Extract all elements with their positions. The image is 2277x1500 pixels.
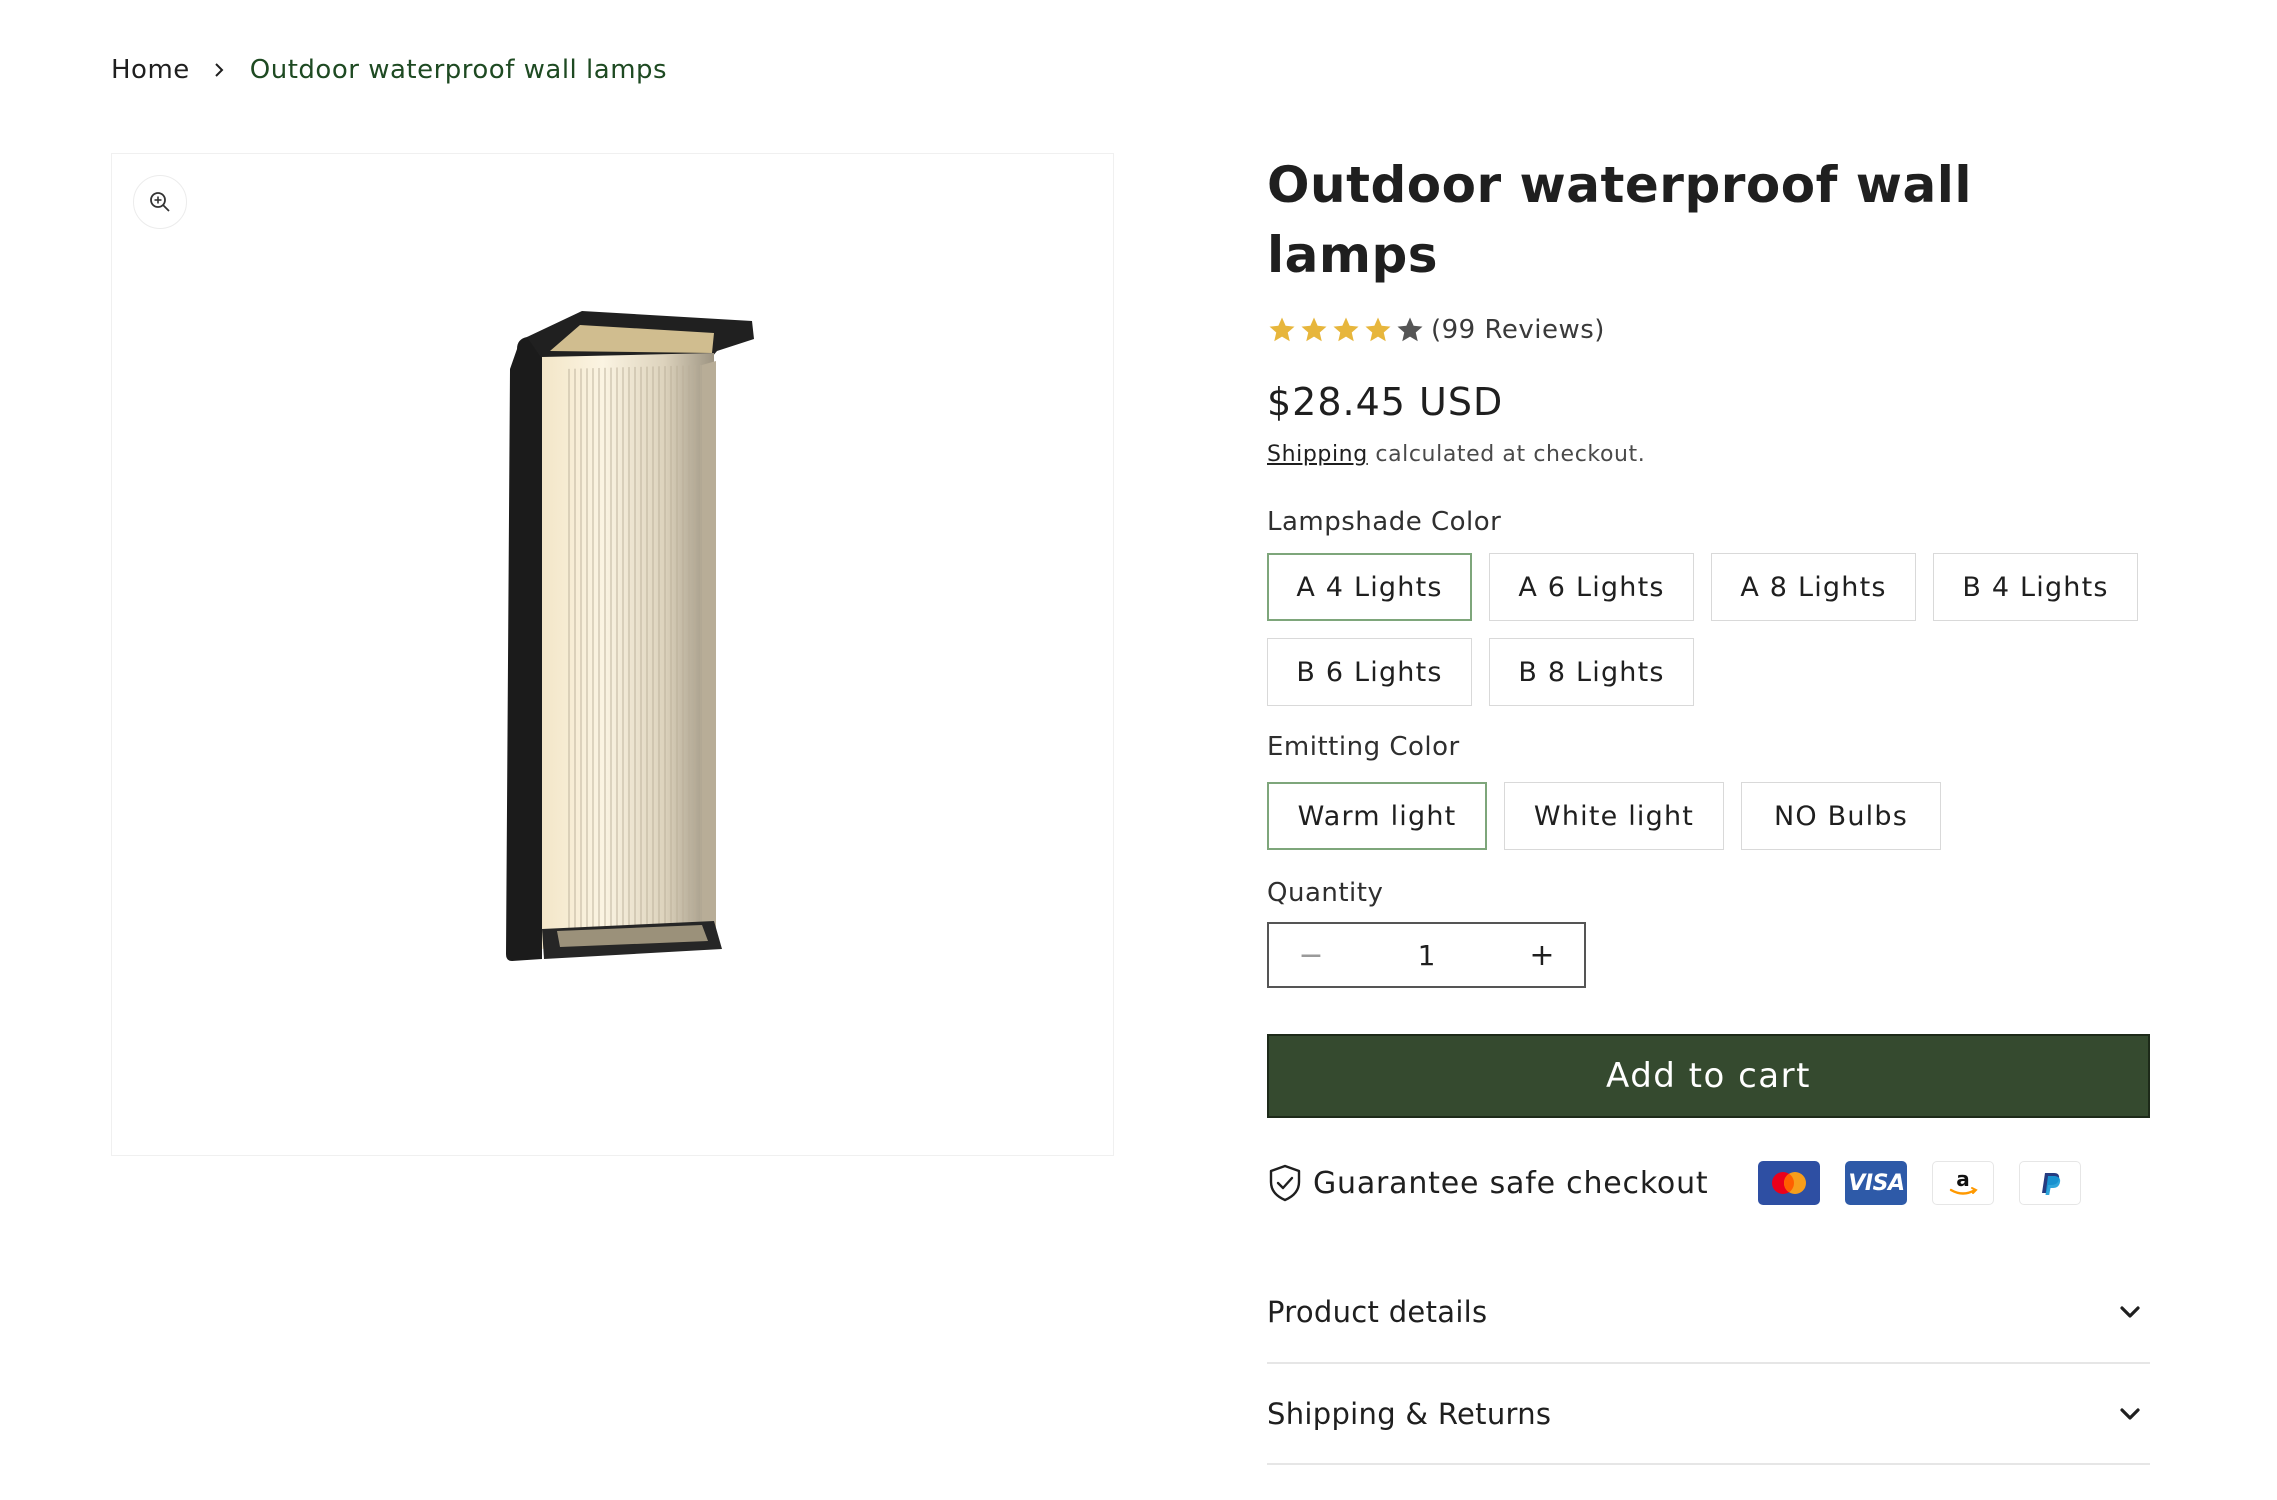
quantity-increase-button[interactable]: + bbox=[1500, 924, 1584, 986]
option-b-6-lights[interactable]: B 6 Lights bbox=[1267, 638, 1472, 706]
option-warm-light[interactable]: Warm light bbox=[1267, 782, 1487, 850]
option-a-4-lights[interactable]: A 4 Lights bbox=[1267, 553, 1472, 621]
product-price: $28.45 USD bbox=[1267, 380, 1504, 424]
shipping-note: Shipping calculated at checkout. bbox=[1267, 442, 2152, 467]
product-info: Outdoor waterproof wall lamps (99 Review… bbox=[1267, 150, 2152, 1465]
quantity-section: Quantity − 1 + bbox=[1267, 878, 2152, 988]
breadcrumb-home-link[interactable]: Home bbox=[111, 55, 190, 85]
amazon-icon: a bbox=[1932, 1161, 1995, 1205]
product-media bbox=[111, 153, 1114, 1156]
chevron-down-icon bbox=[2120, 1306, 2140, 1318]
option-no-bulbs[interactable]: NO Bulbs bbox=[1741, 782, 1941, 850]
emitting-options: Warm light White light NO Bulbs bbox=[1267, 782, 2157, 850]
lampshade-label: Lampshade Color bbox=[1267, 507, 1502, 537]
guarantee-row: Guarantee safe checkout VISA a bbox=[1267, 1160, 2152, 1206]
chevron-right-icon bbox=[210, 61, 228, 79]
star-filled-icon bbox=[1269, 317, 1295, 342]
review-count[interactable]: (99 Reviews) bbox=[1431, 315, 1605, 345]
option-a-8-lights[interactable]: A 8 Lights bbox=[1711, 553, 1916, 621]
lampshade-option: Lampshade Color A 4 Lights A 6 Lights A … bbox=[1267, 507, 2152, 706]
accordion-label: Product details bbox=[1267, 1295, 1488, 1329]
star-empty-icon bbox=[1397, 317, 1423, 342]
accordion-shipping-returns[interactable]: Shipping & Returns bbox=[1267, 1364, 2150, 1465]
paypal-icon bbox=[2019, 1161, 2082, 1205]
shield-check-icon bbox=[1269, 1164, 1301, 1202]
option-a-6-lights[interactable]: A 6 Lights bbox=[1489, 553, 1694, 621]
guarantee-text: Guarantee safe checkout bbox=[1313, 1165, 1709, 1201]
quantity-decrease-button[interactable]: − bbox=[1269, 924, 1353, 986]
emitting-label: Emitting Color bbox=[1267, 732, 1460, 762]
shipping-note-text: calculated at checkout. bbox=[1367, 442, 1646, 467]
visa-icon: VISA bbox=[1845, 1161, 1908, 1205]
chevron-down-icon bbox=[2120, 1407, 2140, 1420]
lampshade-options: A 4 Lights A 6 Lights A 8 Lights B 4 Lig… bbox=[1267, 553, 2157, 706]
visa-text: VISA bbox=[1848, 1170, 1905, 1196]
quantity-label: Quantity bbox=[1267, 878, 1384, 908]
product-accordion: Product details Shipping & Returns bbox=[1267, 1262, 2150, 1465]
svg-text:a: a bbox=[1957, 1167, 1971, 1191]
breadcrumb: Home Outdoor waterproof wall lamps bbox=[111, 50, 667, 90]
add-to-cart-button[interactable]: Add to cart bbox=[1267, 1034, 2150, 1118]
star-filled-icon bbox=[1333, 317, 1359, 342]
product-title: Outdoor waterproof wall lamps bbox=[1267, 156, 1972, 284]
zoom-button[interactable] bbox=[133, 175, 187, 229]
product-image[interactable] bbox=[502, 309, 782, 969]
rating[interactable]: (99 Reviews) bbox=[1267, 312, 2152, 348]
emitting-option: Emitting Color Warm light White light NO… bbox=[1267, 732, 2152, 850]
quantity-input[interactable]: 1 bbox=[1353, 939, 1500, 972]
accordion-label: Shipping & Returns bbox=[1267, 1396, 1552, 1431]
option-b-4-lights[interactable]: B 4 Lights bbox=[1933, 553, 2138, 621]
star-rating bbox=[1267, 315, 1425, 345]
zoom-in-icon bbox=[150, 192, 170, 212]
breadcrumb-current: Outdoor waterproof wall lamps bbox=[249, 55, 668, 85]
accordion-product-details[interactable]: Product details bbox=[1267, 1262, 2150, 1364]
star-filled-icon bbox=[1365, 317, 1391, 342]
shipping-link[interactable]: Shipping bbox=[1267, 442, 1368, 467]
mastercard-icon bbox=[1758, 1161, 1821, 1205]
star-filled-icon bbox=[1301, 317, 1327, 342]
option-white-light[interactable]: White light bbox=[1504, 782, 1724, 850]
option-b-8-lights[interactable]: B 8 Lights bbox=[1489, 638, 1694, 706]
quantity-stepper: − 1 + bbox=[1267, 922, 1586, 988]
